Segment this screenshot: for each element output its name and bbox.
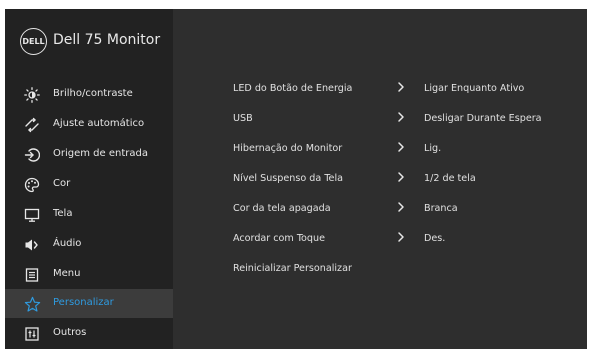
sidebar-item-menu[interactable]: Menu (5, 260, 173, 289)
settings-panel: LED do Botão de Energia Ligar Enquanto A… (173, 9, 587, 349)
sidebar-item-label: Outros (53, 327, 87, 338)
sidebar-item-outros[interactable]: Outros (5, 319, 173, 348)
chevron-right-icon (398, 82, 404, 92)
setting-label: USB (233, 113, 253, 124)
others-icon (23, 325, 41, 343)
setting-value: Branca (424, 203, 458, 214)
setting-row-usb[interactable]: USB Desligar Durante Espera (173, 104, 587, 133)
sidebar-item-personalizar[interactable]: Personalizar (5, 289, 173, 318)
setting-row-acordar-com-toque[interactable]: Acordar com Toque Des. (173, 224, 587, 253)
setting-label: Reinicializar Personalizar (233, 263, 352, 274)
chevron-right-icon (398, 172, 404, 182)
auto-adjust-icon (23, 116, 41, 134)
sidebar-item-audio[interactable]: Áudio (5, 230, 173, 259)
sidebar-item-label: Origem de entrada (53, 148, 148, 159)
input-source-icon (23, 146, 41, 164)
sidebar-item-label: Ajuste automático (53, 118, 145, 129)
setting-label: Nível Suspenso da Tela (233, 173, 343, 184)
sidebar-item-tela[interactable]: Tela (5, 200, 173, 229)
sidebar-item-brilho-contraste[interactable]: Brilho/contraste (5, 80, 173, 109)
setting-value: 1/2 de tela (424, 173, 476, 184)
monitor-title: Dell 75 Monitor (53, 32, 161, 48)
setting-value: Lig. (424, 143, 442, 154)
sidebar-item-label: Cor (53, 178, 71, 189)
header: DELL Dell 75 Monitor (5, 9, 173, 67)
setting-label: Acordar com Toque (233, 233, 325, 244)
palette-icon (23, 176, 41, 194)
sidebar-item-label: Brilho/contraste (53, 88, 133, 99)
sidebar-item-label: Áudio (53, 238, 82, 249)
chevron-right-icon (398, 232, 404, 242)
sidebar-item-label: Tela (53, 208, 73, 219)
sidebar-item-ajuste-automatico[interactable]: Ajuste automático (5, 110, 173, 139)
chevron-right-icon (398, 112, 404, 122)
setting-row-nivel-suspenso-tela[interactable]: Nível Suspenso da Tela 1/2 de tela (173, 164, 587, 193)
setting-value: Ligar Enquanto Ativo (424, 83, 525, 94)
dell-logo: DELL (20, 28, 47, 55)
sidebar-item-label: Menu (53, 268, 81, 279)
setting-label: Cor da tela apagada (233, 203, 331, 214)
sidebar-item-cor[interactable]: Cor (5, 170, 173, 199)
sidebar-item-origem-de-entrada[interactable]: Origem de entrada (5, 140, 173, 169)
star-icon (23, 295, 41, 313)
setting-label: Hibernação do Monitor (233, 143, 343, 154)
setting-value: Desligar Durante Espera (424, 113, 542, 124)
setting-value: Des. (424, 233, 446, 244)
osd-menu: DELL Dell 75 Monitor Brilho/contraste Aj… (5, 9, 587, 349)
chevron-right-icon (398, 202, 404, 212)
chevron-right-icon (398, 142, 404, 152)
sidebar: DELL Dell 75 Monitor Brilho/contraste Aj… (5, 9, 173, 349)
setting-row-reinicializar-personalizar[interactable]: Reinicializar Personalizar (173, 254, 587, 283)
setting-label: LED do Botão de Energia (233, 83, 353, 94)
setting-row-led-botao-energia[interactable]: LED do Botão de Energia Ligar Enquanto A… (173, 74, 587, 103)
sidebar-item-label: Personalizar (53, 297, 114, 308)
menu-list-icon (23, 266, 41, 284)
brightness-icon (23, 86, 41, 104)
setting-row-hibernacao-monitor[interactable]: Hibernação do Monitor Lig. (173, 134, 587, 163)
setting-row-cor-tela-apagada[interactable]: Cor da tela apagada Branca (173, 194, 587, 223)
display-icon (23, 206, 41, 224)
speaker-icon (23, 236, 41, 254)
